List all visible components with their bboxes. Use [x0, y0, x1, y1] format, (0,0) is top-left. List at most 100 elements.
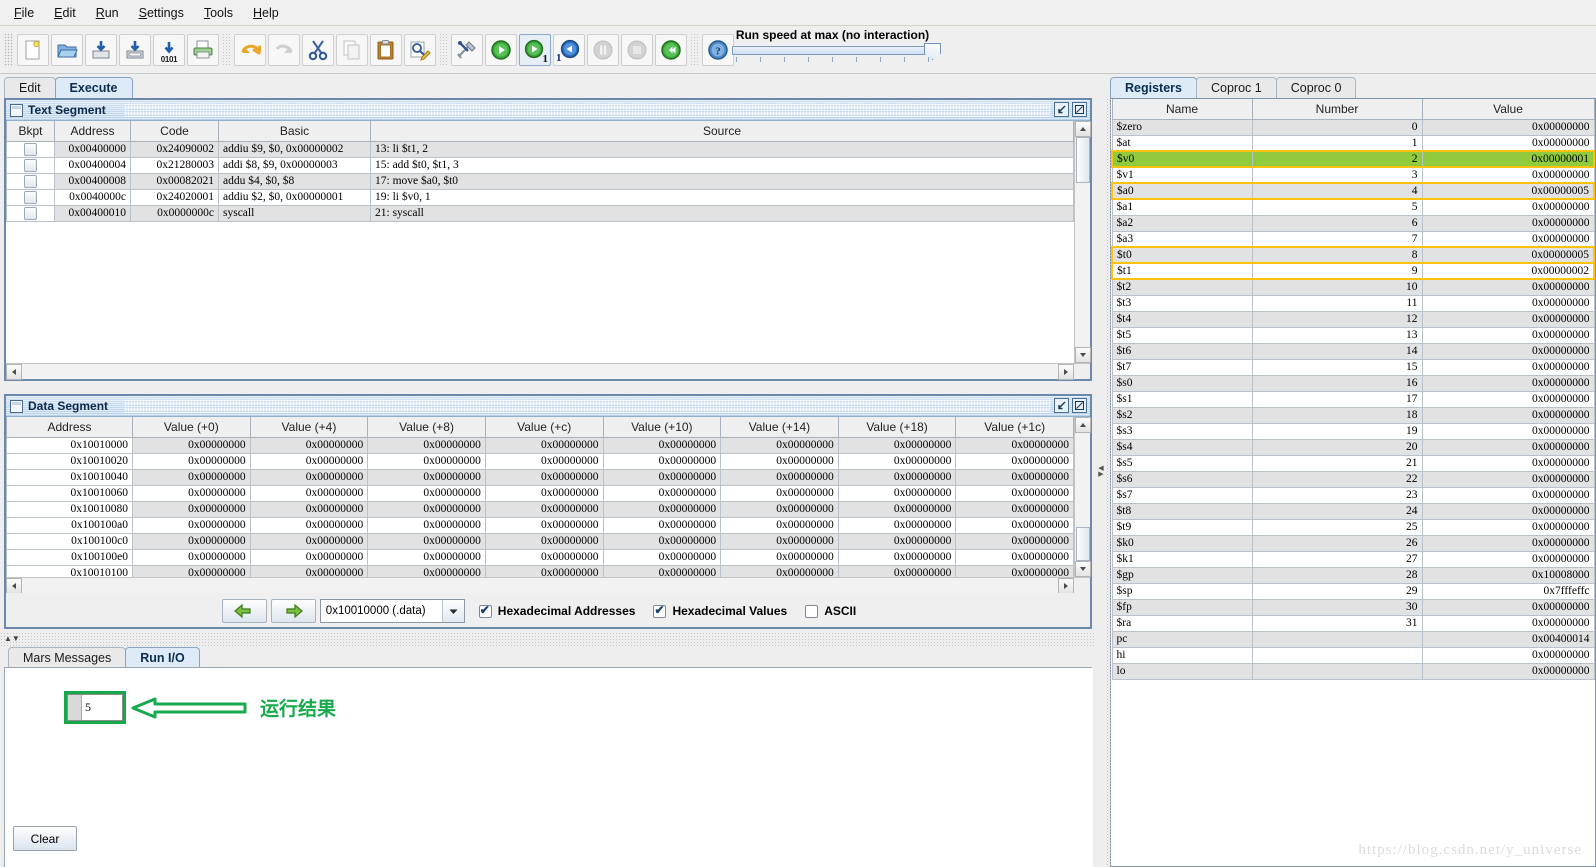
cell-code[interactable]: 0x0000000c	[130, 204, 219, 222]
column-header[interactable]: Name	[1111, 99, 1253, 120]
cell-name[interactable]: $at	[1111, 134, 1253, 152]
cell-value[interactable]: 0x00000000	[602, 548, 722, 566]
register-row[interactable]: $s5 21 0x00000000	[1111, 454, 1595, 472]
cell-name[interactable]: $k1	[1111, 550, 1253, 568]
scroll-up-icon[interactable]	[1075, 417, 1091, 433]
cell-number[interactable]: 31	[1251, 614, 1423, 632]
cell-value[interactable]: 0x00000000	[602, 436, 722, 454]
cell-value[interactable]: 0x00000000	[484, 516, 604, 534]
cell-value[interactable]: 0x00000000	[249, 564, 369, 577]
register-row[interactable]: $t9 25 0x00000000	[1111, 518, 1595, 536]
cell-name[interactable]: $gp	[1111, 566, 1253, 584]
column-header[interactable]: Address	[6, 417, 133, 438]
cell-value[interactable]: 0x00000000	[1421, 374, 1595, 392]
cell-value[interactable]: 0x00000000	[1421, 326, 1595, 344]
cell-name[interactable]: $fp	[1111, 598, 1253, 616]
cell-value[interactable]: 0x00000000	[484, 436, 604, 454]
cell-value[interactable]: 0x00000000	[1421, 486, 1595, 504]
cell-value[interactable]: 0x00000000	[955, 500, 1074, 518]
cell-name[interactable]: $t5	[1111, 326, 1253, 344]
cell-number[interactable]: 2	[1251, 150, 1423, 168]
cell-number[interactable]: 14	[1251, 342, 1423, 360]
register-row[interactable]: $zero 0 0x00000000	[1111, 118, 1595, 136]
float-icon[interactable]	[1054, 398, 1069, 413]
cell-value[interactable]: 0x00000000	[484, 468, 604, 486]
cell-value[interactable]: 0x00000000	[837, 532, 957, 550]
cell-name[interactable]: $t3	[1111, 294, 1253, 312]
register-row[interactable]: $a2 6 0x00000000	[1111, 214, 1595, 232]
cell-name[interactable]: $a2	[1111, 214, 1253, 232]
column-header[interactable]: Value (+10)	[602, 417, 722, 438]
cell-number[interactable]: 25	[1251, 518, 1423, 536]
menu-item-run[interactable]: Run	[86, 2, 129, 24]
menu-item-file[interactable]: File	[4, 2, 44, 24]
cell-number[interactable]: 15	[1251, 358, 1423, 376]
cell-value[interactable]: 0x00000000	[837, 516, 957, 534]
register-row[interactable]: $t4 12 0x00000000	[1111, 310, 1595, 328]
tab-coproc-0[interactable]: Coproc 0	[1275, 77, 1357, 98]
register-row[interactable]: $s0 16 0x00000000	[1111, 374, 1595, 392]
cell-value[interactable]: 0x00000000	[249, 532, 369, 550]
clear-button[interactable]: Clear	[13, 826, 77, 851]
cell-value[interactable]: 0x00000000	[720, 500, 839, 518]
register-row[interactable]: $ra 31 0x00000000	[1111, 614, 1595, 632]
table-row[interactable]: 0x10010020 0x00000000 0x00000000 0x00000000…	[6, 452, 1074, 470]
maximize-icon[interactable]	[1072, 398, 1087, 413]
assemble-icon[interactable]	[451, 33, 483, 66]
cell-value[interactable]: 0x00000000	[1421, 310, 1595, 328]
cell-value[interactable]: 0x00000000	[602, 564, 722, 577]
data-segment-address-select[interactable]: 0x10010000 (.data)	[319, 599, 465, 623]
cell-number[interactable]: 5	[1251, 198, 1423, 216]
cell-name[interactable]: $t0	[1111, 246, 1253, 264]
dump-memory-icon[interactable]: 0101	[153, 33, 185, 66]
register-row[interactable]: $t2 10 0x00000000	[1111, 278, 1595, 296]
cut-icon[interactable]	[302, 33, 334, 66]
toolbar-grip[interactable]	[4, 32, 13, 67]
cell-code[interactable]: 0x24090002	[130, 140, 219, 158]
cell-value[interactable]: 0x00000000	[132, 564, 251, 577]
cell-value[interactable]: 0x00000000	[1421, 598, 1595, 616]
cell-value[interactable]: 0x00000000	[1421, 118, 1595, 136]
cell-value[interactable]: 0x00000000	[367, 484, 486, 502]
paste-icon[interactable]	[370, 33, 402, 66]
register-row[interactable]: $t3 11 0x00000000	[1111, 294, 1595, 312]
prev-arrow-icon[interactable]	[221, 599, 267, 623]
cell-value[interactable]: 0x00000000	[484, 484, 604, 502]
cell-value[interactable]: 0x00000000	[1421, 358, 1595, 376]
cell-value[interactable]: 0x00000000	[484, 452, 604, 470]
cell-value[interactable]: 0x00000000	[132, 484, 251, 502]
cell-value[interactable]: 0x00000000	[720, 564, 839, 577]
cell-address[interactable]: 0x00400008	[54, 172, 131, 190]
column-header[interactable]: Value (+c)	[484, 417, 604, 438]
register-row[interactable]: $v1 3 0x00000000	[1111, 166, 1595, 184]
register-row[interactable]: $t5 13 0x00000000	[1111, 326, 1595, 344]
cell-value[interactable]: 0x00000000	[1421, 422, 1595, 440]
table-row[interactable]: 0x10010040 0x00000000 0x00000000 0x00000000…	[6, 468, 1074, 486]
cell-value[interactable]: 0x00000000	[955, 548, 1074, 566]
cell-value[interactable]: 0x00000000	[1421, 294, 1595, 312]
scroll-track-h[interactable]	[22, 578, 1058, 593]
column-header[interactable]: Bkpt	[6, 121, 55, 142]
cell-value[interactable]: 0x00000000	[955, 564, 1074, 577]
cell-number[interactable]: 24	[1251, 502, 1423, 520]
cell-address[interactable]: 0x0040000c	[54, 188, 131, 206]
cell-value[interactable]: 0x00000000	[484, 548, 604, 566]
cell-address[interactable]: 0x00400004	[54, 156, 131, 174]
scroll-right-icon[interactable]	[1058, 578, 1074, 594]
cell-number[interactable]: 20	[1251, 438, 1423, 456]
cell-value[interactable]: 0x00000000	[1421, 438, 1595, 456]
column-header[interactable]: Value (+4)	[249, 417, 369, 438]
breakpoint-cell[interactable]	[6, 156, 55, 174]
cell-value[interactable]: 0x00000005	[1421, 182, 1595, 200]
register-row[interactable]: $t7 15 0x00000000	[1111, 358, 1595, 376]
cell-value[interactable]: 0x00400014	[1421, 630, 1595, 648]
register-row[interactable]: $t0 8 0x00000005	[1111, 246, 1595, 264]
cell-value[interactable]: 0x00000001	[1421, 150, 1595, 168]
register-row[interactable]: $s3 19 0x00000000	[1111, 422, 1595, 440]
cell-value[interactable]: 0x00000000	[720, 548, 839, 566]
register-row[interactable]: $gp 28 0x10008000	[1111, 566, 1595, 584]
register-row[interactable]: $k1 27 0x00000000	[1111, 550, 1595, 568]
menu-item-help[interactable]: Help	[243, 2, 289, 24]
table-row[interactable]: 0x10010060 0x00000000 0x00000000 0x00000000…	[6, 484, 1074, 502]
menu-item-tools[interactable]: Tools	[194, 2, 243, 24]
